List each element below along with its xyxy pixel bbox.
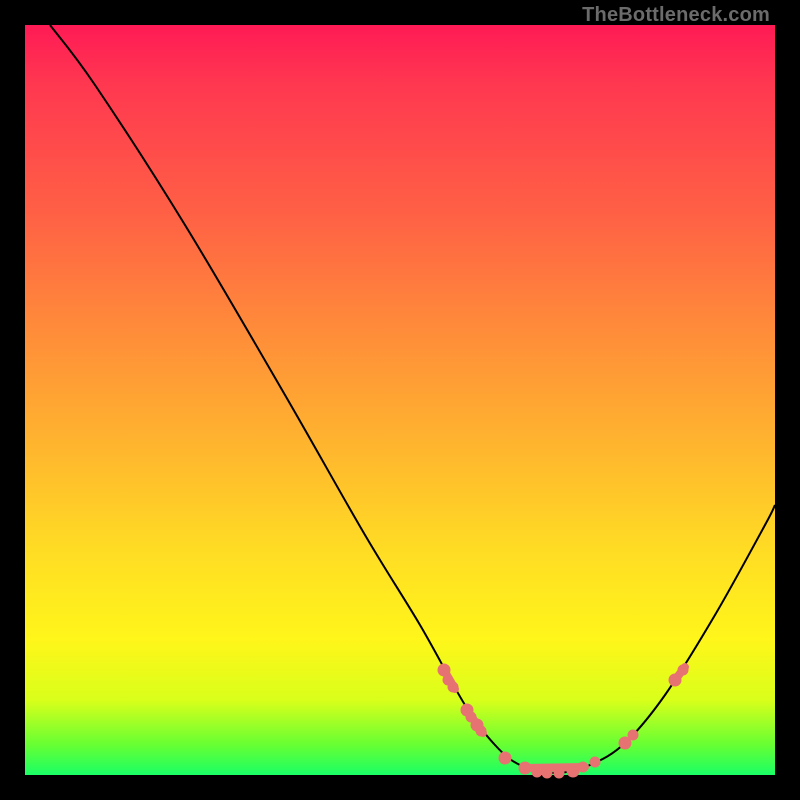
bottleneck-curve [50,25,775,773]
curve-point-cluster [444,670,455,689]
curve-point [590,757,600,767]
curve-point-cluster [523,767,585,768]
watermark-text: TheBottleneck.com [582,4,770,27]
chart-frame [25,25,775,775]
curve-points-group [438,664,688,778]
chart-svg [25,25,775,775]
curve-point [499,752,511,764]
curve-point-cluster [675,667,685,680]
curve-point [628,730,638,740]
